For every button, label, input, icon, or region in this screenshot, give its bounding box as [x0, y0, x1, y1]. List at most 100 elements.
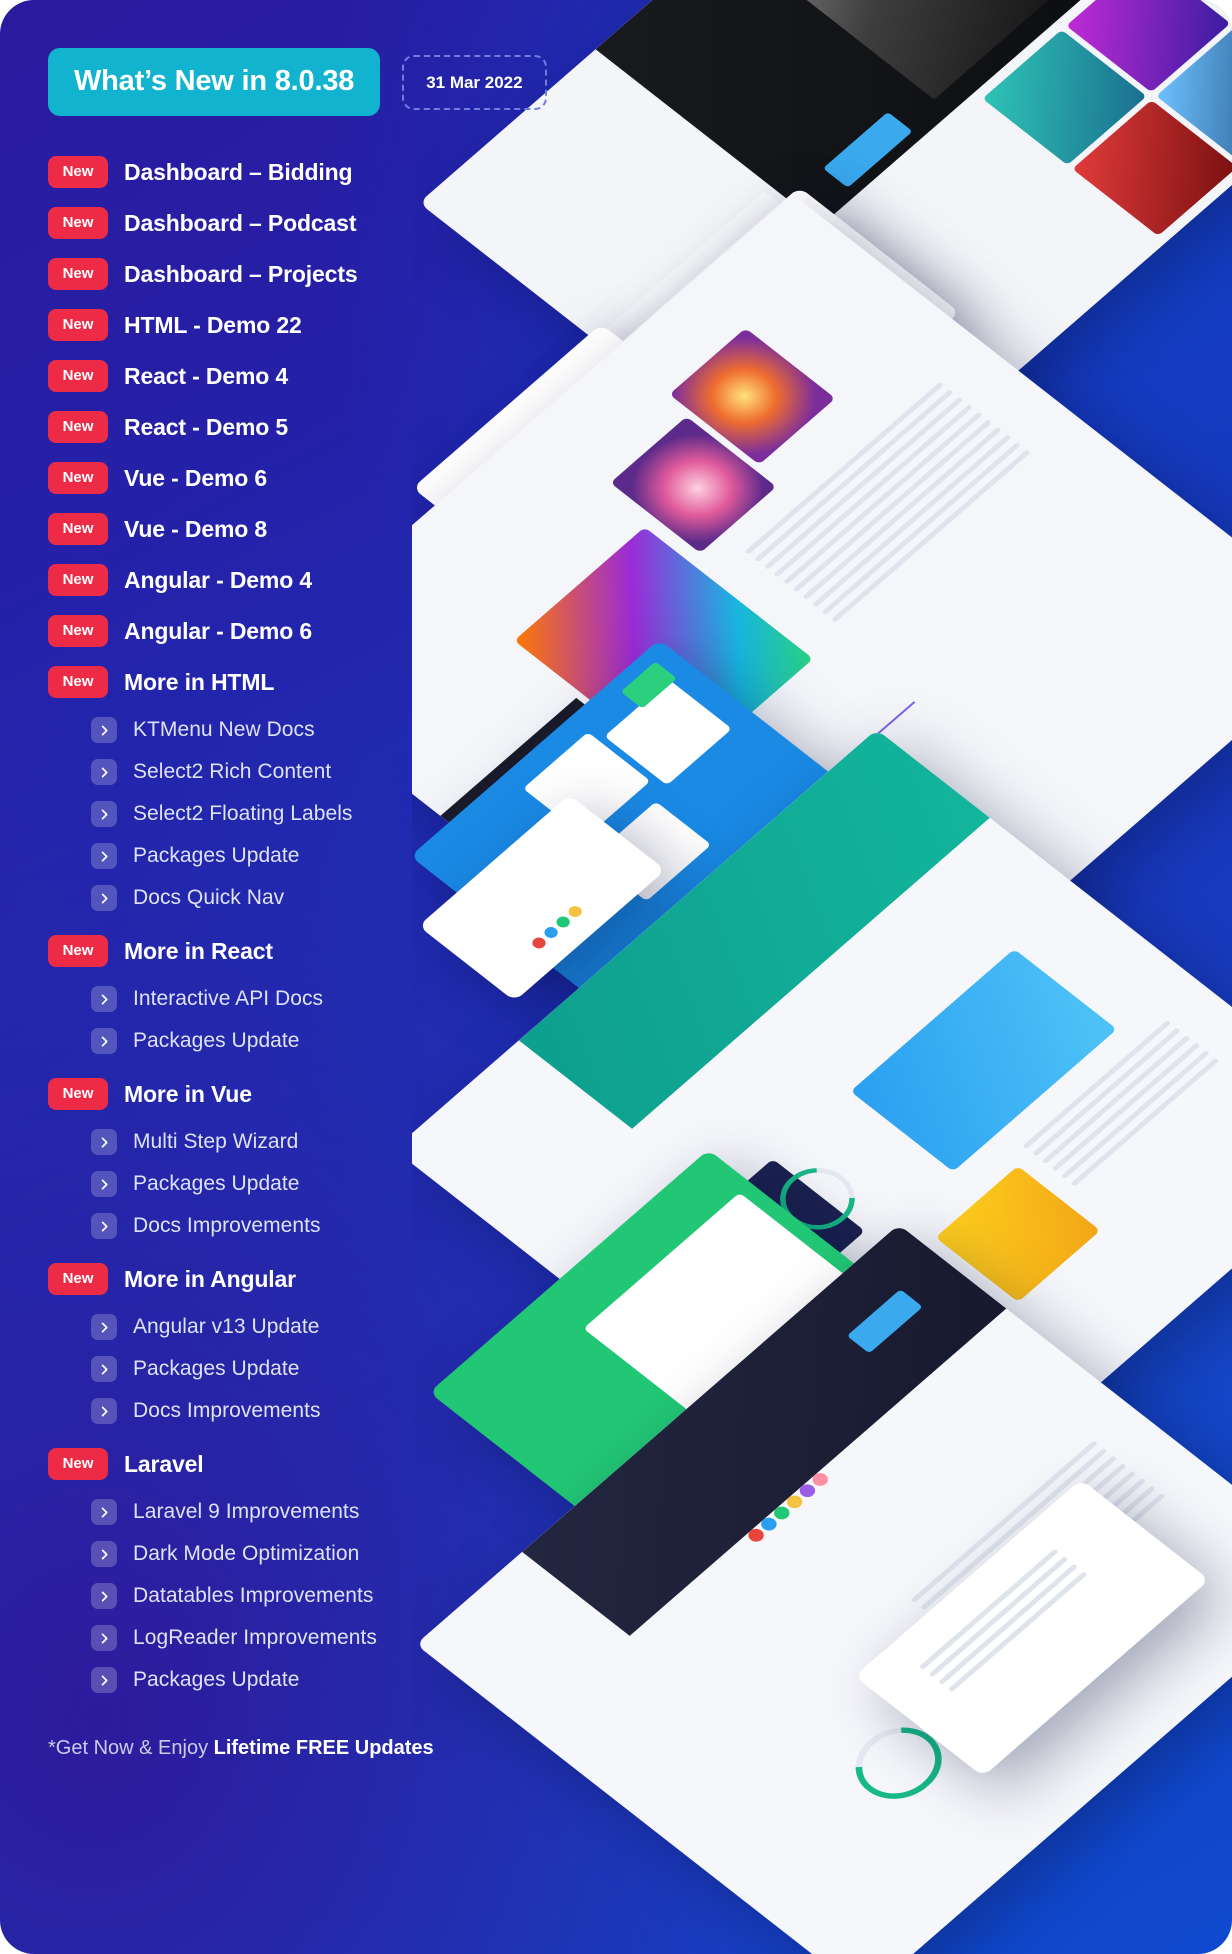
collage-row-lines: [910, 1440, 1166, 1657]
chevron-right-icon: [91, 1667, 117, 1693]
collage-small-lines: [919, 1548, 1088, 1693]
collage-portrait-photo: [733, 0, 1076, 100]
feature-sub-label: Packages Update: [133, 1357, 300, 1381]
collage-list-lines: [744, 381, 1032, 623]
feature-sub-item: Angular v13 Update: [91, 1310, 608, 1344]
collage-avatar-stack: [745, 1470, 832, 1545]
chevron-right-icon: [91, 1356, 117, 1382]
chevron-right-icon: [91, 1625, 117, 1651]
feature-item: New Dashboard – Bidding: [48, 152, 608, 192]
feature-sub-item: Packages Update: [91, 1024, 608, 1058]
feature-sub-label: Packages Update: [133, 1668, 300, 1692]
feature-list: New Dashboard – Bidding New Dashboard – Pod…: [48, 152, 608, 1713]
status-badge-new: New: [48, 360, 108, 392]
feature-sub-item: Docs Improvements: [91, 1209, 608, 1243]
feature-item: New React - Demo 5: [48, 407, 608, 447]
feature-label: Vue - Demo 8: [124, 515, 268, 542]
feature-label: Dashboard – Projects: [124, 260, 358, 287]
release-date-badge: 31 Mar 2022: [402, 54, 547, 110]
page-title: What’s New in 8.0.38: [48, 48, 381, 116]
footer-note: *Get Now & Enjoy Lifetime FREE Updates: [48, 1735, 608, 1761]
feature-sub-label: Datatables Improvements: [133, 1584, 374, 1608]
feature-sub-label: Select2 Rich Content: [133, 760, 332, 784]
feature-label: Dashboard – Podcast: [124, 209, 357, 236]
chevron-right-icon: [91, 1541, 117, 1567]
collage-hero-banner: [595, 0, 1098, 226]
chevron-right-icon: [91, 801, 117, 827]
feature-label: Laravel: [124, 1450, 204, 1477]
group-spacer: [48, 923, 608, 931]
chevron-right-icon: [91, 1129, 117, 1155]
chevron-right-icon: [91, 1583, 117, 1609]
feature-sub-label: Multi Step Wizard: [133, 1130, 299, 1154]
feature-sub-item: Laravel 9 Improvements: [91, 1495, 608, 1529]
collage-yellow-thumb: [935, 1166, 1100, 1303]
chevron-right-icon: [91, 1499, 117, 1525]
feature-label: Angular - Demo 6: [124, 617, 313, 644]
chevron-right-icon: [91, 1213, 117, 1239]
feature-sub-item: LogReader Improvements: [91, 1621, 608, 1655]
feature-item: New Vue - Demo 8: [48, 509, 608, 549]
collage-donut-chart: [764, 1155, 870, 1243]
feature-label: React - Demo 5: [124, 413, 289, 440]
feature-label: HTML - Demo 22: [124, 311, 302, 338]
feature-item: New Laravel: [48, 1444, 608, 1484]
feature-sub-label: Angular v13 Update: [133, 1315, 320, 1339]
status-badge-new: New: [48, 513, 108, 545]
collage-area-plot: [677, 245, 926, 454]
collage-owl-thumb: [669, 327, 836, 465]
chevron-right-icon: [91, 885, 117, 911]
feature-sub-item: Packages Update: [91, 839, 608, 873]
chevron-right-icon: [91, 1314, 117, 1340]
collage-flower-thumb: [610, 416, 777, 553]
feature-label: Angular - Demo 4: [124, 566, 313, 593]
feature-sub-item: Datatables Improvements: [91, 1579, 608, 1613]
feature-sub-item: Packages Update: [91, 1352, 608, 1386]
status-badge-new: New: [48, 615, 108, 647]
status-badge-new: New: [48, 258, 108, 290]
collage-cta-button: [822, 112, 913, 189]
chevron-right-icon: [91, 986, 117, 1012]
group-spacer: [48, 1066, 608, 1074]
feature-sub-label: Select2 Floating Labels: [133, 802, 353, 826]
feature-label: More in React: [124, 937, 273, 964]
feature-sub-label: Packages Update: [133, 1172, 300, 1196]
group-spacer: [48, 1251, 608, 1259]
footer-note-prefix: *Get Now & Enjoy: [48, 1737, 214, 1759]
status-badge-new: New: [48, 411, 108, 443]
status-badge-new: New: [48, 564, 108, 596]
feature-sub-item: Interactive API Docs: [91, 982, 608, 1016]
feature-sub-item: Select2 Rich Content: [91, 755, 608, 789]
collage-revenue-area-chart: [550, 187, 960, 529]
feature-sub-label: Packages Update: [133, 1029, 300, 1053]
content-column: What’s New in 8.0.38 31 Mar 2022 New Dash…: [0, 0, 608, 1761]
feature-label: React - Demo 4: [124, 362, 289, 389]
feature-sub-item: Packages Update: [91, 1663, 608, 1697]
feature-sub-label: Docs Improvements: [133, 1214, 321, 1238]
status-badge-new: New: [48, 207, 108, 239]
collage-upgrade-banner: [850, 948, 1118, 1172]
status-badge-new: New: [48, 309, 108, 341]
chevron-right-icon: [91, 717, 117, 743]
feature-sub-item: Select2 Floating Labels: [91, 797, 608, 831]
feature-item: New HTML - Demo 22: [48, 305, 608, 345]
feature-label: Dashboard – Bidding: [124, 158, 353, 185]
chevron-right-icon: [91, 1171, 117, 1197]
chevron-right-icon: [91, 843, 117, 869]
collage-axis-lines: [595, 371, 679, 440]
feature-item: New More in React: [48, 931, 608, 971]
collage-thumb-grid: [982, 0, 1232, 236]
feature-sub-item: Multi Step Wizard: [91, 1125, 608, 1159]
collage-stats-card: [647, 1158, 866, 1341]
feature-sub-item: Docs Improvements: [91, 1394, 608, 1428]
feature-item: New Dashboard – Podcast: [48, 203, 608, 243]
chevron-right-icon: [91, 759, 117, 785]
status-badge-new: New: [48, 1263, 108, 1295]
feature-sub-item: Docs Quick Nav: [91, 881, 608, 915]
feature-sub-label: KTMenu New Docs: [133, 718, 315, 742]
feature-label: More in Vue: [124, 1080, 252, 1107]
group-spacer: [48, 1436, 608, 1444]
feature-sub-label: Laravel 9 Improvements: [133, 1500, 360, 1524]
feature-item: New Angular - Demo 4: [48, 560, 608, 600]
status-badge-new: New: [48, 1078, 108, 1110]
